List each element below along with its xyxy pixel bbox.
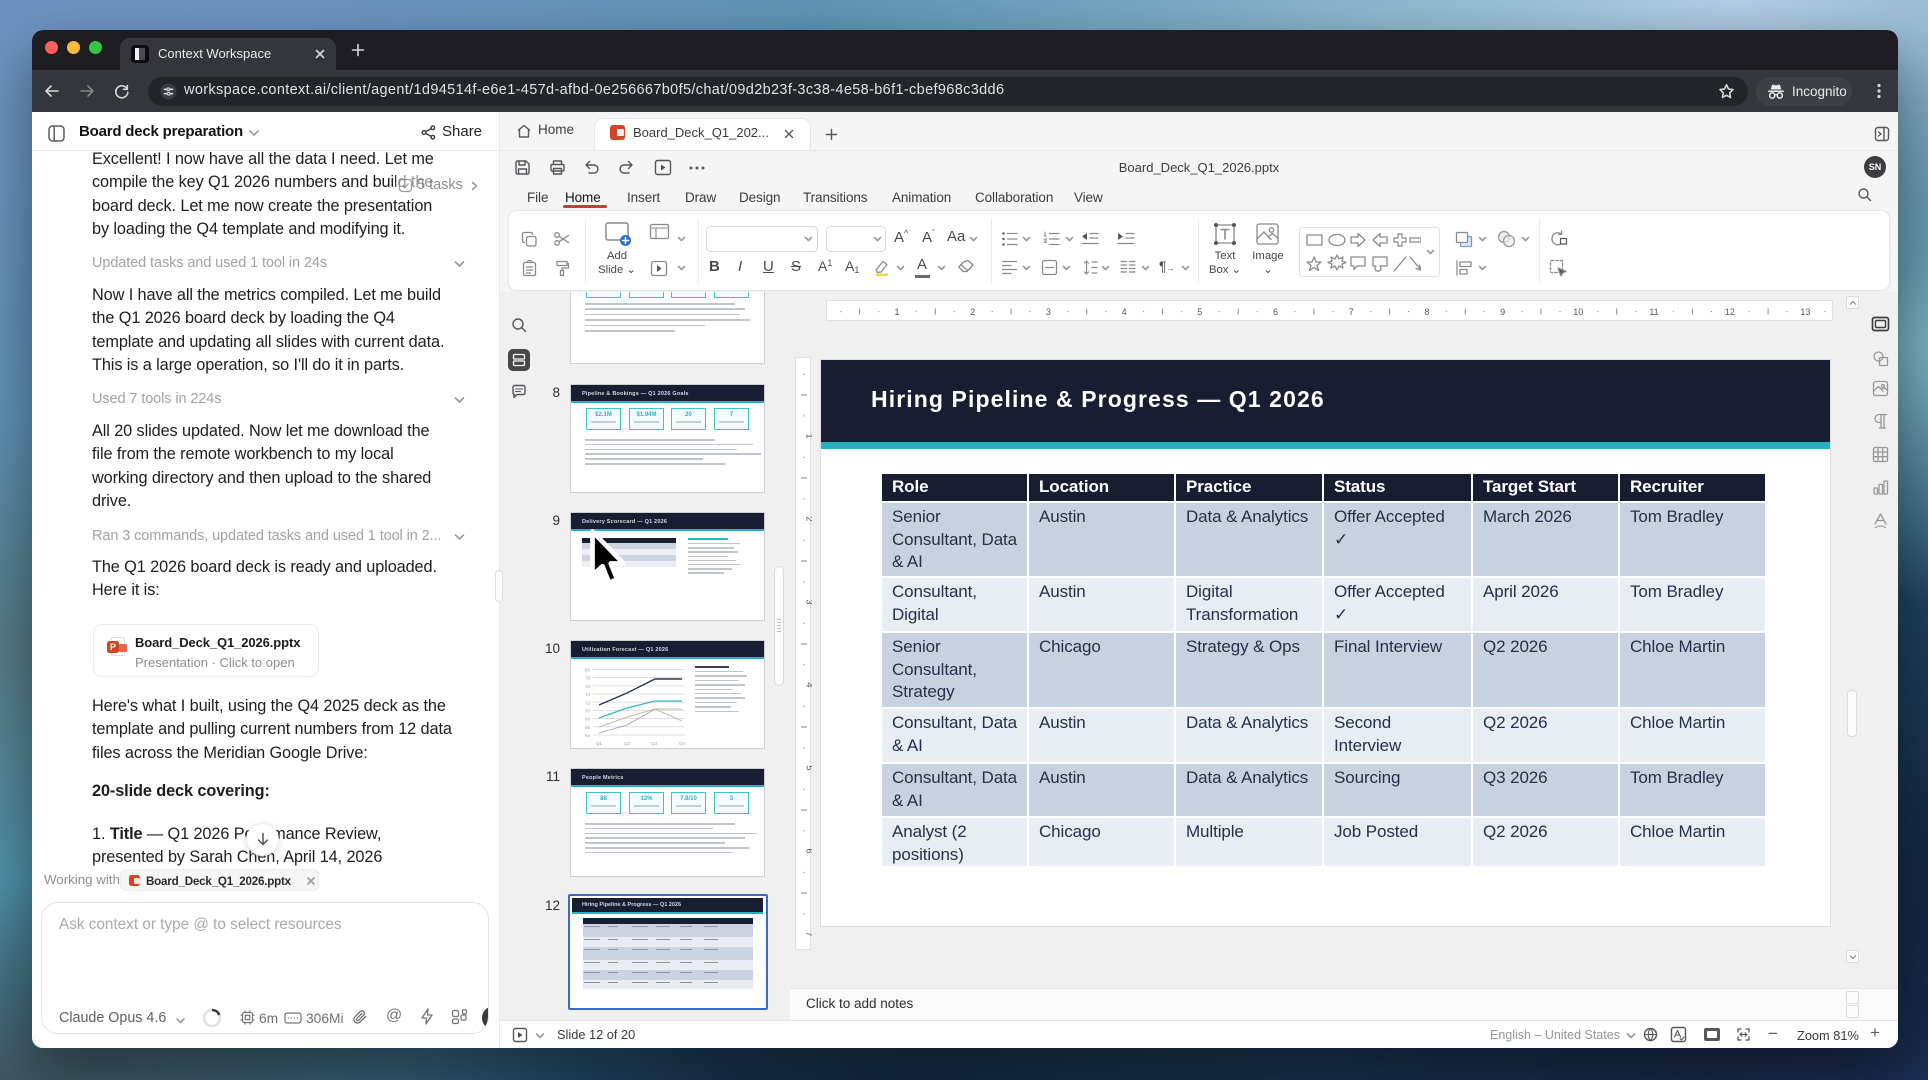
svg-text:11: 11	[1649, 307, 1658, 317]
svg-text:64: 64	[585, 733, 591, 738]
svg-text:4: 4	[805, 682, 813, 687]
svg-text:8: 8	[1424, 307, 1429, 317]
svg-text:1: 1	[805, 433, 813, 438]
svg-text:80: 80	[585, 668, 591, 673]
svg-text:5: 5	[805, 765, 813, 770]
svg-text:12: 12	[1725, 307, 1735, 317]
svg-text:4: 4	[1122, 307, 1127, 317]
svg-text:7: 7	[805, 931, 813, 936]
svg-text:6: 6	[805, 848, 813, 853]
svg-text:Q4: Q4	[679, 741, 686, 746]
svg-text:13: 13	[1800, 307, 1810, 317]
svg-text:Q1: Q1	[596, 741, 603, 746]
svg-text:68: 68	[585, 717, 591, 722]
svg-text:7: 7	[1349, 307, 1354, 317]
svg-text:2: 2	[805, 516, 813, 521]
svg-text:70: 70	[585, 709, 591, 714]
svg-text:5: 5	[1197, 307, 1202, 317]
svg-text:74: 74	[585, 692, 591, 697]
svg-text:Q3: Q3	[651, 741, 658, 746]
svg-text:3: 3	[1046, 307, 1051, 317]
svg-text:1: 1	[894, 307, 899, 317]
svg-text:78: 78	[585, 676, 591, 681]
svg-text:72: 72	[585, 700, 591, 705]
svg-text:76: 76	[585, 684, 591, 689]
svg-text:2: 2	[970, 307, 975, 317]
svg-text:6: 6	[1273, 307, 1278, 317]
svg-text:66: 66	[585, 725, 591, 730]
svg-text:9: 9	[1500, 307, 1505, 317]
svg-text:Q2: Q2	[624, 741, 631, 746]
svg-text:3: 3	[805, 599, 813, 604]
svg-text:10: 10	[1573, 307, 1583, 317]
